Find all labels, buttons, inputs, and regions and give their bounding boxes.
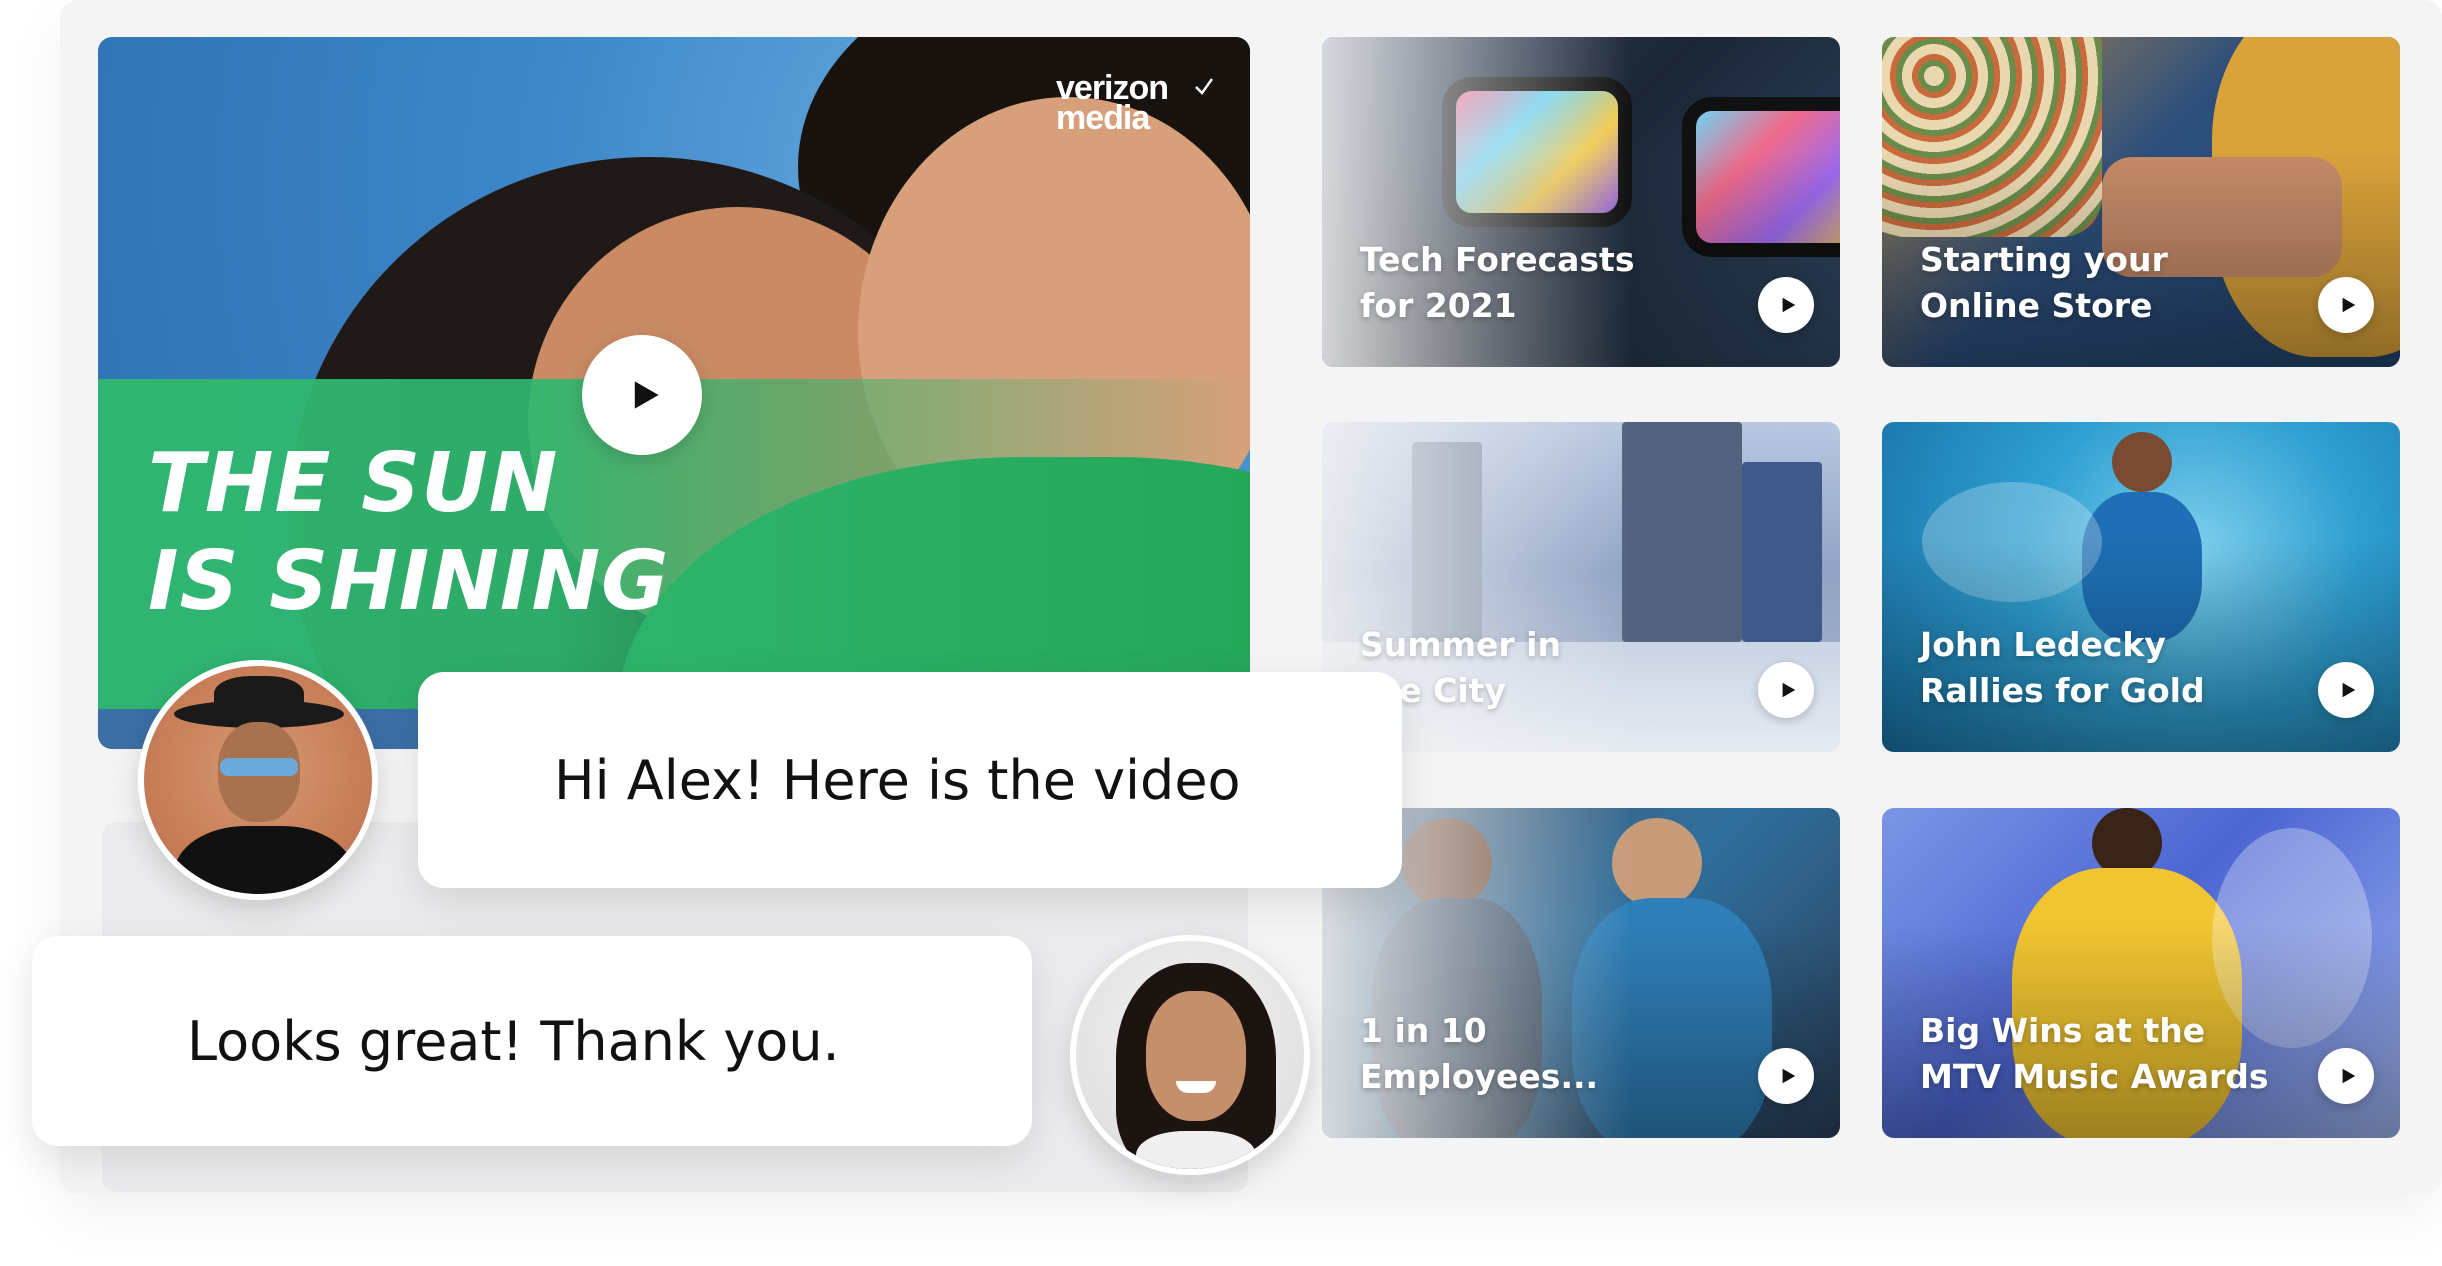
video-title-line: John Ledecky: [1920, 625, 2166, 664]
video-title: Tech Forecasts for 2021: [1360, 237, 1634, 329]
play-icon: [2342, 1068, 2355, 1084]
chat-message-received: Looks great! Thank you.: [32, 936, 1032, 1146]
video-play-button[interactable]: [1758, 662, 1814, 718]
video-title-line: Rallies for Gold: [1920, 671, 2205, 710]
brand-logo-line: media: [1056, 99, 1150, 137]
avatar-face: [1146, 991, 1246, 1121]
video-play-button[interactable]: [1758, 1048, 1814, 1104]
avatar-shirt: [174, 826, 354, 894]
avatar-shirt: [1136, 1131, 1256, 1169]
play-icon: [634, 381, 659, 409]
hero-title-line: IS SHINING: [148, 534, 670, 629]
hero-play-button[interactable]: [582, 335, 702, 455]
chat-message-text: Hi Alex! Here is the video: [554, 748, 1241, 812]
video-title-line: MTV Music Awards: [1920, 1057, 2269, 1096]
video-thumbnail[interactable]: Starting your Online Store: [1882, 37, 2400, 367]
avatar[interactable]: [138, 660, 378, 900]
video-title-line: 1 in 10: [1360, 1011, 1487, 1050]
video-play-button[interactable]: [1758, 277, 1814, 333]
hero-title-line: THE SUN: [148, 436, 559, 531]
play-icon: [1782, 682, 1795, 698]
avatar-hat: [214, 676, 304, 720]
play-icon: [1782, 297, 1795, 313]
video-thumbnail[interactable]: Big Wins at the MTV Music Awards: [1882, 808, 2400, 1138]
avatar[interactable]: [1070, 935, 1310, 1175]
video-title-line: Big Wins at the: [1920, 1011, 2206, 1050]
video-title-line: Summer in: [1360, 625, 1561, 664]
video-title-line: Employees...: [1360, 1057, 1599, 1096]
play-icon: [2342, 682, 2355, 698]
video-title-line: Starting your: [1920, 240, 2168, 279]
chat-message-sent: Hi Alex! Here is the video: [418, 672, 1402, 888]
video-thumbnail[interactable]: Tech Forecasts for 2021: [1322, 37, 1840, 367]
video-play-button[interactable]: [2318, 662, 2374, 718]
video-title: 1 in 10 Employees...: [1360, 1008, 1598, 1100]
video-title: Big Wins at the MTV Music Awards: [1920, 1008, 2269, 1100]
avatar-smile: [1176, 1081, 1216, 1093]
chat-message-text: Looks great! Thank you.: [187, 1009, 840, 1073]
video-title-line: for 2021: [1360, 286, 1517, 325]
play-icon: [2342, 297, 2355, 313]
video-title-line: Tech Forecasts: [1360, 240, 1635, 279]
hero-video[interactable]: verizon media THE SUN IS SHINING: [98, 37, 1250, 749]
checkmark-icon: [1195, 78, 1214, 95]
video-play-button[interactable]: [2318, 1048, 2374, 1104]
brand-logo: verizon media: [1056, 71, 1214, 137]
video-title: Starting your Online Store: [1920, 237, 2168, 329]
video-title: John Ledecky Rallies for Gold: [1920, 622, 2205, 714]
video-title-line: Online Store: [1920, 286, 2153, 325]
play-icon: [1782, 1068, 1795, 1084]
video-thumbnail[interactable]: John Ledecky Rallies for Gold: [1882, 422, 2400, 752]
hero-title: THE SUN IS SHINING: [148, 435, 669, 631]
avatar-glasses: [220, 758, 298, 776]
video-play-button[interactable]: [2318, 277, 2374, 333]
